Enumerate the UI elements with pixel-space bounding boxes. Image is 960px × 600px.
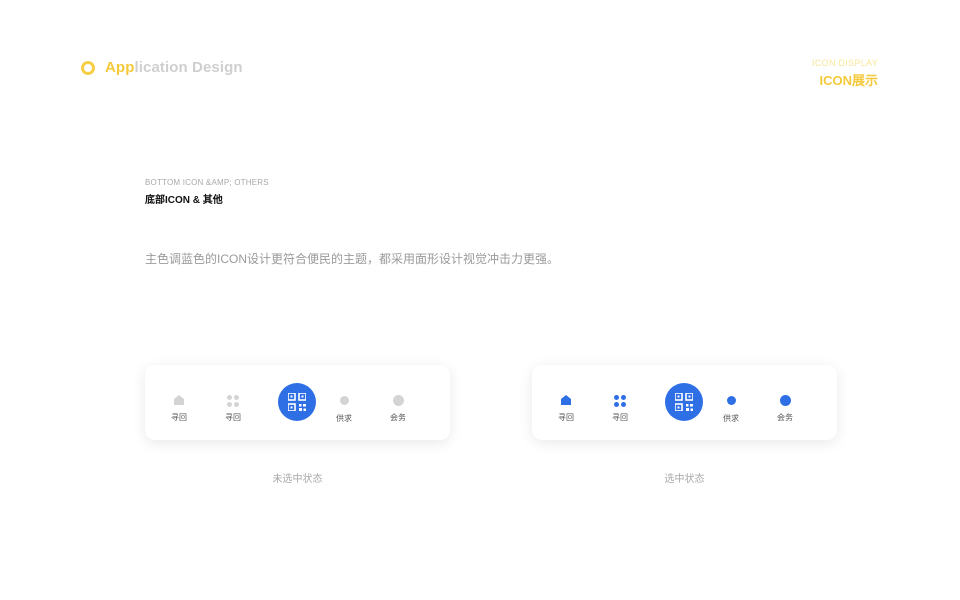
nav-item-gongqiu[interactable]: 供求 [711, 395, 751, 424]
nav-item-label: 供求 [336, 414, 352, 423]
section-title-en: BOTTOM ICON &AMP; OTHERS [145, 178, 269, 187]
brand: Application Design [81, 59, 243, 76]
grid-icon [227, 395, 239, 407]
qr-code-icon [288, 393, 306, 411]
house-icon [173, 395, 185, 407]
nav-item-label: 寻回 [225, 413, 241, 422]
brand-title: Application Design [105, 59, 243, 76]
header-right-en: ICON DISPLAY [812, 58, 878, 68]
bottom-nav-selected: 寻回 寻回 供求 会务 [532, 365, 837, 440]
nav-item-label: 供求 [723, 414, 739, 423]
nav-item-huiwu[interactable]: 会务 [765, 395, 805, 423]
brand-dot-icon [81, 60, 95, 75]
qr-code-button[interactable] [278, 383, 316, 421]
caption-unselected: 未选中状态 [272, 474, 323, 485]
nav-item-label: 寻回 [171, 413, 187, 422]
nav-item-label: 寻回 [558, 413, 574, 422]
header-right-cn: ICON展示 [819, 73, 878, 88]
nav-item-gongqiu[interactable]: 供求 [324, 395, 364, 424]
house-icon [560, 395, 572, 407]
meeting-icon [779, 395, 791, 407]
supply-icon [725, 396, 737, 408]
nav-item-label: 寻回 [612, 413, 628, 422]
section-description: 主色调蓝色的ICON设计更符合便民的主题，都采用面形设计视觉冲击力更强。 [145, 252, 560, 266]
grid-icon [614, 395, 626, 407]
section-title-cn: 底部ICON & 其他 [145, 195, 223, 206]
supply-icon [338, 396, 350, 408]
caption-selected: 选中状态 [664, 474, 705, 485]
nav-item-xunhui[interactable]: 寻回 [159, 395, 199, 423]
nav-item-xunhui-2[interactable]: 寻回 [600, 395, 640, 423]
nav-item-xunhui[interactable]: 寻回 [546, 395, 586, 423]
nav-item-label: 会务 [390, 413, 406, 422]
qr-code-button[interactable] [665, 383, 703, 421]
bottom-nav-unselected: 寻回 寻回 供求 会务 [145, 365, 450, 440]
meeting-icon [392, 395, 404, 407]
header-right: ICON DISPLAY ICON展示 [812, 58, 878, 89]
nav-item-huiwu[interactable]: 会务 [378, 395, 418, 423]
nav-item-xunhui-2[interactable]: 寻回 [213, 395, 253, 423]
qr-code-icon [675, 393, 693, 411]
nav-item-label: 会务 [777, 413, 793, 422]
